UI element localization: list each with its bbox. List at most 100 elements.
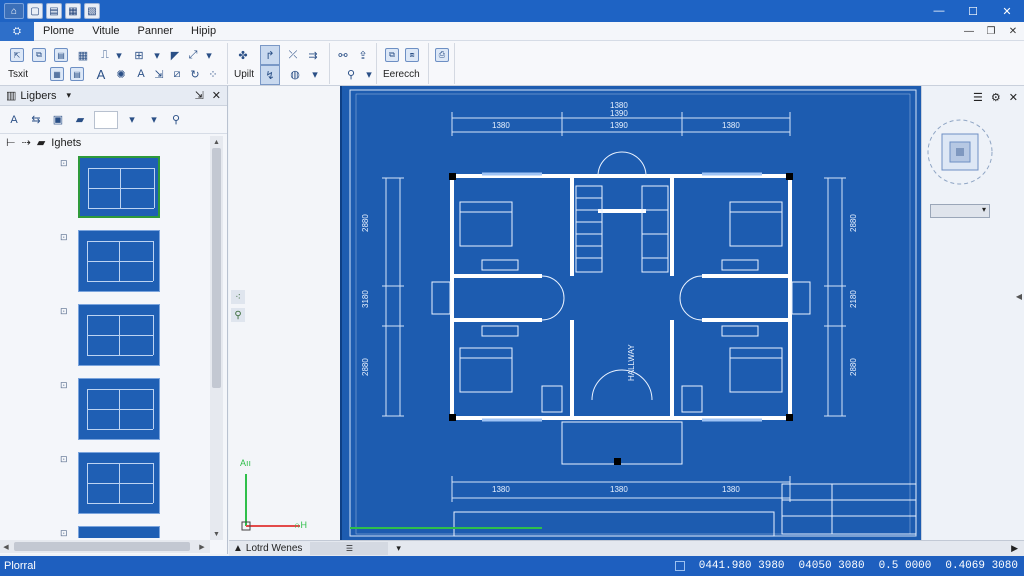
save-icon[interactable]: ▦ (65, 3, 81, 19)
thumbnail-image[interactable] (78, 230, 160, 292)
thumbnail-image[interactable] (78, 526, 160, 538)
layout-tab[interactable]: ▲ Lotrd Wenes (233, 543, 302, 554)
fillet-icon[interactable]: ↯ (260, 65, 280, 85)
dimension-icon[interactable]: A (134, 67, 148, 81)
layout-tab-box[interactable]: ☰ (310, 542, 389, 555)
line-style-icon[interactable]: ⎍ (98, 48, 112, 62)
search-label[interactable]: Eerecch (383, 69, 420, 80)
panel-menu-chevron-icon[interactable]: ▾ (66, 90, 71, 101)
page-icon[interactable]: ▣ (50, 112, 66, 128)
scroll-up-icon[interactable]: ▲ (210, 136, 223, 148)
block-icon[interactable]: ⊞ (132, 48, 146, 62)
menu-item-3[interactable]: Panner (129, 25, 182, 37)
scale-icon[interactable]: ⧄ (170, 67, 184, 81)
attach-icon[interactable]: ⚲ (344, 67, 358, 81)
move-dropdown-icon[interactable]: ▾ (202, 48, 216, 62)
scroll-right-icon[interactable]: ▶ (196, 540, 208, 553)
upload-icon[interactable]: ⇪ (356, 48, 370, 62)
move-icon[interactable]: ⤢ (186, 48, 200, 62)
text-style-icon[interactable]: A (6, 112, 22, 128)
thumbnail-item[interactable]: ⊡ (60, 156, 160, 222)
menu-item-1[interactable]: Plome (34, 25, 83, 37)
print-icon[interactable]: ⎙ (435, 48, 449, 62)
filter-box[interactable] (94, 110, 118, 129)
panel-close-icon[interactable]: ✕ (212, 89, 221, 102)
thumbnail-image-selected[interactable] (78, 156, 160, 218)
tool-lock-icon[interactable]: ⚲ (231, 308, 245, 322)
attach-dropdown-icon[interactable]: ▾ (362, 67, 376, 81)
thumbnail-item[interactable]: ⊡ (60, 452, 160, 518)
offset-icon[interactable]: ⇉ (306, 48, 320, 62)
blueprint-sheet[interactable]: 1380 1390 1380 1380 1390 1380 1380 1380 … (340, 86, 921, 540)
new-file-icon[interactable]: ▢ (27, 3, 43, 19)
thumbnail-item[interactable]: ⊡ (60, 230, 160, 296)
thumbnail-item[interactable]: ⊡ (60, 526, 160, 538)
file-menu-button[interactable]: ⛭ (0, 21, 34, 41)
gear-icon[interactable]: ✺ (114, 67, 128, 81)
cluster-icon[interactable]: ✤ (236, 48, 250, 62)
menu-item-4[interactable]: Hipip (182, 25, 225, 37)
scroll-thumb[interactable] (212, 148, 221, 388)
view-icon[interactable]: ⧉ (385, 48, 399, 62)
viewcube-icon[interactable] (922, 110, 1002, 190)
block-dropdown-icon[interactable]: ▾ (150, 48, 164, 62)
thumbnail-item[interactable]: ⊡ (60, 378, 160, 444)
doc-restore-button[interactable]: ❐ (980, 22, 1002, 41)
thumbnail-image[interactable] (78, 304, 160, 366)
panel-settings-icon[interactable]: ⚙ (991, 91, 1001, 104)
panel-menu-icon[interactable]: ☰ (973, 91, 983, 104)
app-menu-button[interactable]: ⌂ (4, 3, 24, 19)
tree-root[interactable]: ⊢ ⇢ ▰ Ighets (6, 136, 81, 150)
panel-close-icon[interactable]: ✕ (1009, 91, 1018, 104)
minimize-button[interactable]: — (922, 0, 956, 22)
status-grid-icon[interactable] (674, 561, 685, 571)
search-icon[interactable]: ⚲ (168, 112, 184, 128)
field-icon[interactable]: ▤ (70, 67, 84, 81)
layout-icon[interactable]: ⧈ (405, 48, 419, 62)
hscroll-thumb[interactable] (14, 542, 190, 551)
polyline-icon[interactable]: ↱ (260, 45, 280, 65)
mirror-icon[interactable]: ⇲ (152, 67, 166, 81)
scroll-down-icon[interactable]: ▼ (210, 528, 223, 540)
hatch-icon[interactable]: ▦ (76, 48, 90, 62)
paste-icon[interactable]: ▤ (54, 48, 68, 62)
save-as-icon[interactable]: ▧ (84, 3, 100, 19)
tabs-scroll-right-icon[interactable]: ▶ (1011, 543, 1018, 554)
open-file-icon[interactable]: ▤ (46, 3, 62, 19)
doc-minimize-button[interactable]: — (958, 22, 980, 41)
snap-icon[interactable]: ⁘ (206, 67, 220, 81)
scroll-left-icon[interactable]: ◀ (0, 540, 12, 553)
rotate-icon[interactable]: ↻ (188, 67, 202, 81)
globe-icon[interactable]: ◍ (288, 67, 302, 81)
table-icon[interactable]: ▦ (50, 67, 64, 81)
thumbnail-image[interactable] (78, 452, 160, 514)
drawing-canvas[interactable]: 1380 1390 1380 1380 1390 1380 1380 1380 … (229, 86, 921, 540)
arrow-icon[interactable]: ◤ (168, 48, 182, 62)
font-icon[interactable]: A (94, 67, 108, 82)
close-button[interactable]: ✕ (990, 0, 1024, 22)
trim-icon[interactable]: ⤫ (286, 48, 300, 62)
panel-scroll-arrow-icon[interactable]: ◀ (1016, 292, 1022, 301)
thumbnail-image[interactable] (78, 378, 160, 440)
filter-dropdown-icon[interactable]: ▾ (124, 112, 140, 128)
globe-dropdown-icon[interactable]: ▾ (308, 67, 322, 81)
text-tool-icon[interactable]: ⇱ (10, 48, 24, 62)
tree-expand-icon[interactable]: ⊢ (6, 136, 16, 149)
folder-icon[interactable]: ▰ (72, 112, 88, 128)
tabs-more-icon[interactable]: ▾ (396, 543, 401, 554)
view-preset-dropdown[interactable]: ▾ (930, 204, 990, 218)
node-icon[interactable]: ⚯ (336, 48, 350, 62)
menu-item-2[interactable]: Vitule (83, 25, 128, 37)
layers-horizontal-scrollbar[interactable]: ◀ ▶ (0, 540, 210, 553)
tool-pin-icon[interactable]: ⁖ (231, 290, 245, 304)
swap-icon[interactable]: ⇆ (28, 112, 44, 128)
thumbnail-item[interactable]: ⊡ (60, 304, 160, 370)
line-style-dropdown-icon[interactable]: ▾ (112, 48, 126, 62)
doc-close-button[interactable]: ✕ (1002, 22, 1024, 41)
dim-top-mid: 1390 (610, 109, 628, 118)
layers-vertical-scrollbar[interactable]: ▲ ▼ (210, 136, 223, 540)
panel-pin-icon[interactable]: ⇲ (195, 89, 204, 102)
maximize-button[interactable]: ☐ (956, 0, 990, 22)
filter-chevron-icon[interactable]: ▾ (146, 112, 162, 128)
copy-icon[interactable]: ⧉ (32, 48, 46, 62)
